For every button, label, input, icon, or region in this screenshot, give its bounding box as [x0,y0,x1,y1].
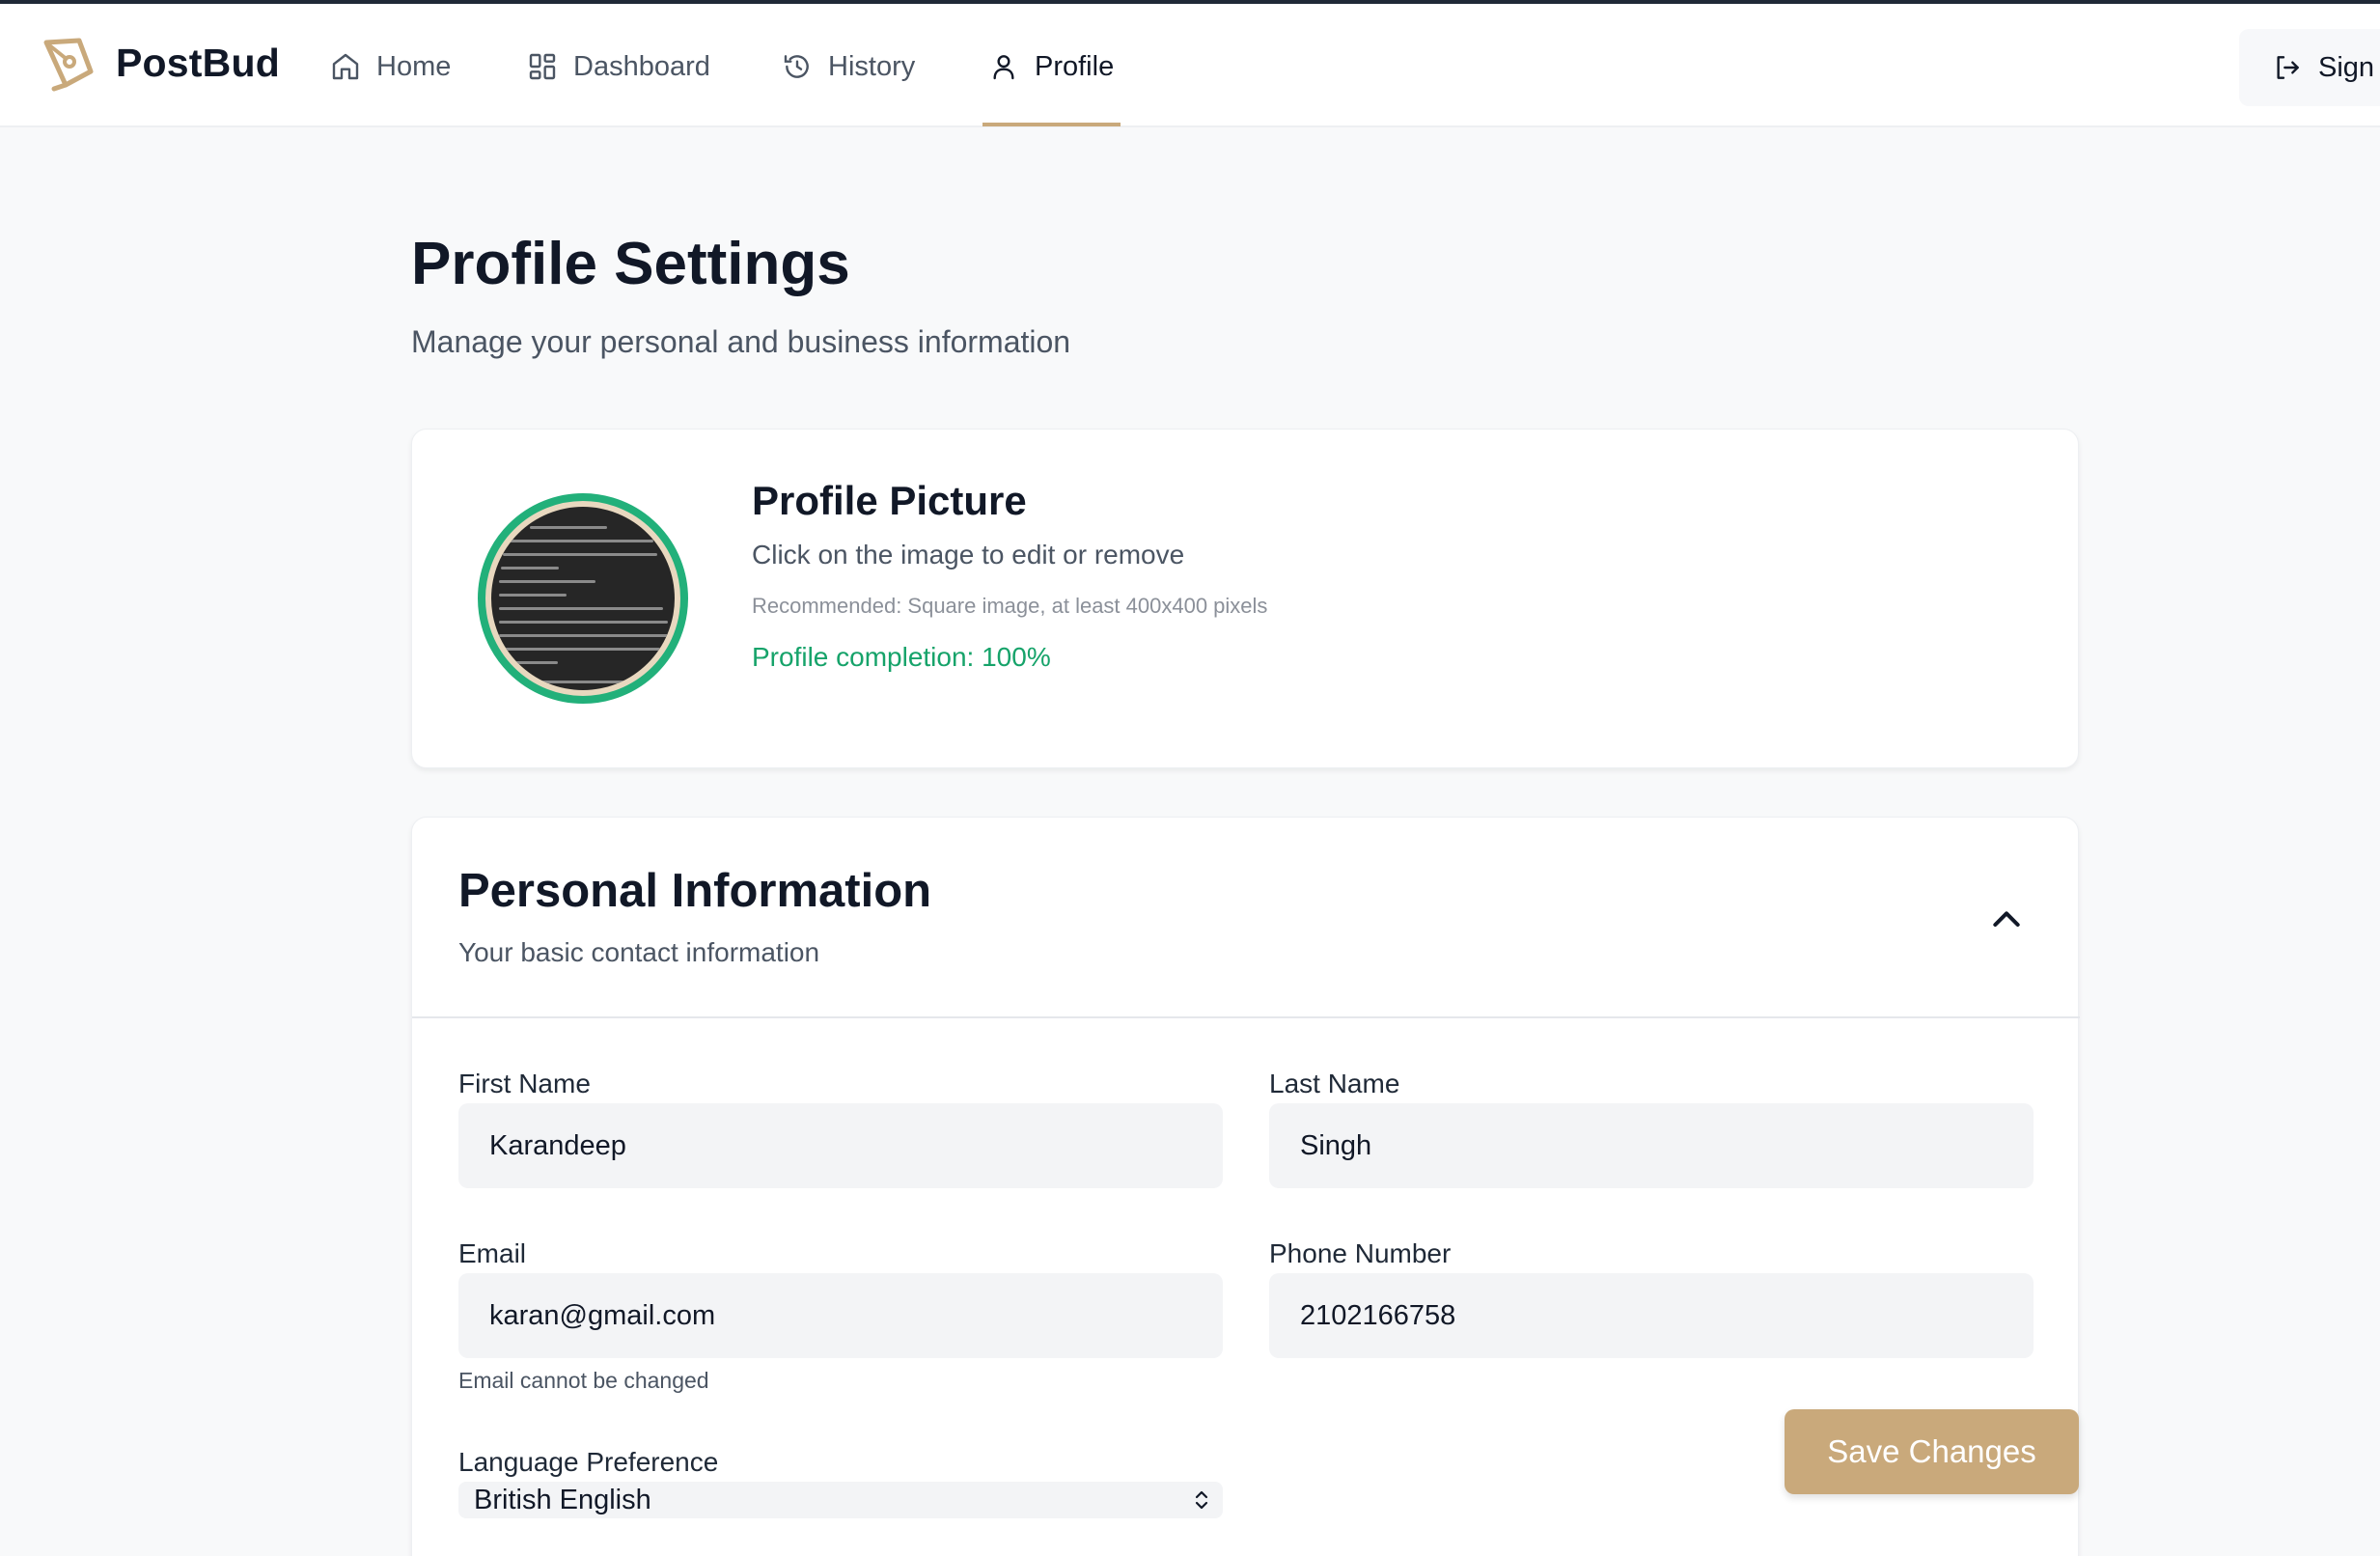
home-icon [332,53,359,80]
top-navbar: PostBud Home Dashboard History Profile S… [0,4,2380,127]
sign-out-button[interactable]: Sign [2239,29,2380,106]
history-icon [784,55,809,78]
first-name-label: First Name [458,1069,591,1098]
first-name-input[interactable]: Karandeep [458,1103,1223,1188]
profile-picture-subtitle: Click on the image to edit or remove [752,540,1185,570]
section-subtitle: Your basic contact information [458,937,820,967]
nav-history-label: History [828,50,916,82]
sign-out-label: Sign [2318,51,2375,83]
brand-name: PostBud [116,40,280,85]
page-title: Profile Settings [411,231,850,297]
active-tab-indicator [982,123,1121,126]
user-icon [993,55,1014,80]
phone-input[interactable]: 2102166758 [1269,1273,2034,1358]
section-divider [412,1016,2080,1018]
nav-history[interactable]: History [782,42,915,91]
language-select[interactable]: British English [458,1482,1223,1518]
language-label: Language Preference [458,1447,719,1477]
logout-icon [2277,56,2299,79]
nav-dashboard[interactable]: Dashboard [527,42,710,91]
profile-completion-status: Profile completion: 100% [752,642,1051,672]
nav-profile[interactable]: Profile [988,42,1114,91]
language-select-value: British English [474,1484,651,1515]
dashboard-icon [529,53,556,80]
phone-label: Phone Number [1269,1238,1452,1268]
select-arrows-icon [1195,1490,1208,1510]
avatar[interactable] [478,493,688,704]
save-changes-button[interactable]: Save Changes [1785,1409,2079,1494]
email-field[interactable]: karan@gmail.com [458,1273,1223,1358]
brand[interactable]: PostBud [41,33,280,93]
section-title: Personal Information [458,865,932,917]
profile-picture-recommendation: Recommended: Square image, at least 400x… [752,594,1268,618]
email-label: Email [458,1238,527,1268]
nav-profile-label: Profile [1035,50,1115,82]
pen-nib-logo-icon [43,38,94,92]
chevron-up-icon[interactable] [1987,901,2026,939]
nav-home[interactable]: Home [330,42,451,91]
page-subtitle: Manage your personal and business inform… [411,324,1071,359]
email-hint: Email cannot be changed [458,1368,709,1393]
nav-dashboard-label: Dashboard [573,50,710,82]
last-name-input[interactable]: Singh [1269,1103,2034,1188]
profile-picture-title: Profile Picture [752,478,1027,523]
nav-home-label: Home [376,50,452,82]
profile-picture-card: Profile Picture Click on the image to ed… [411,429,2079,768]
last-name-label: Last Name [1269,1069,1400,1098]
avatar-image [491,507,675,690]
